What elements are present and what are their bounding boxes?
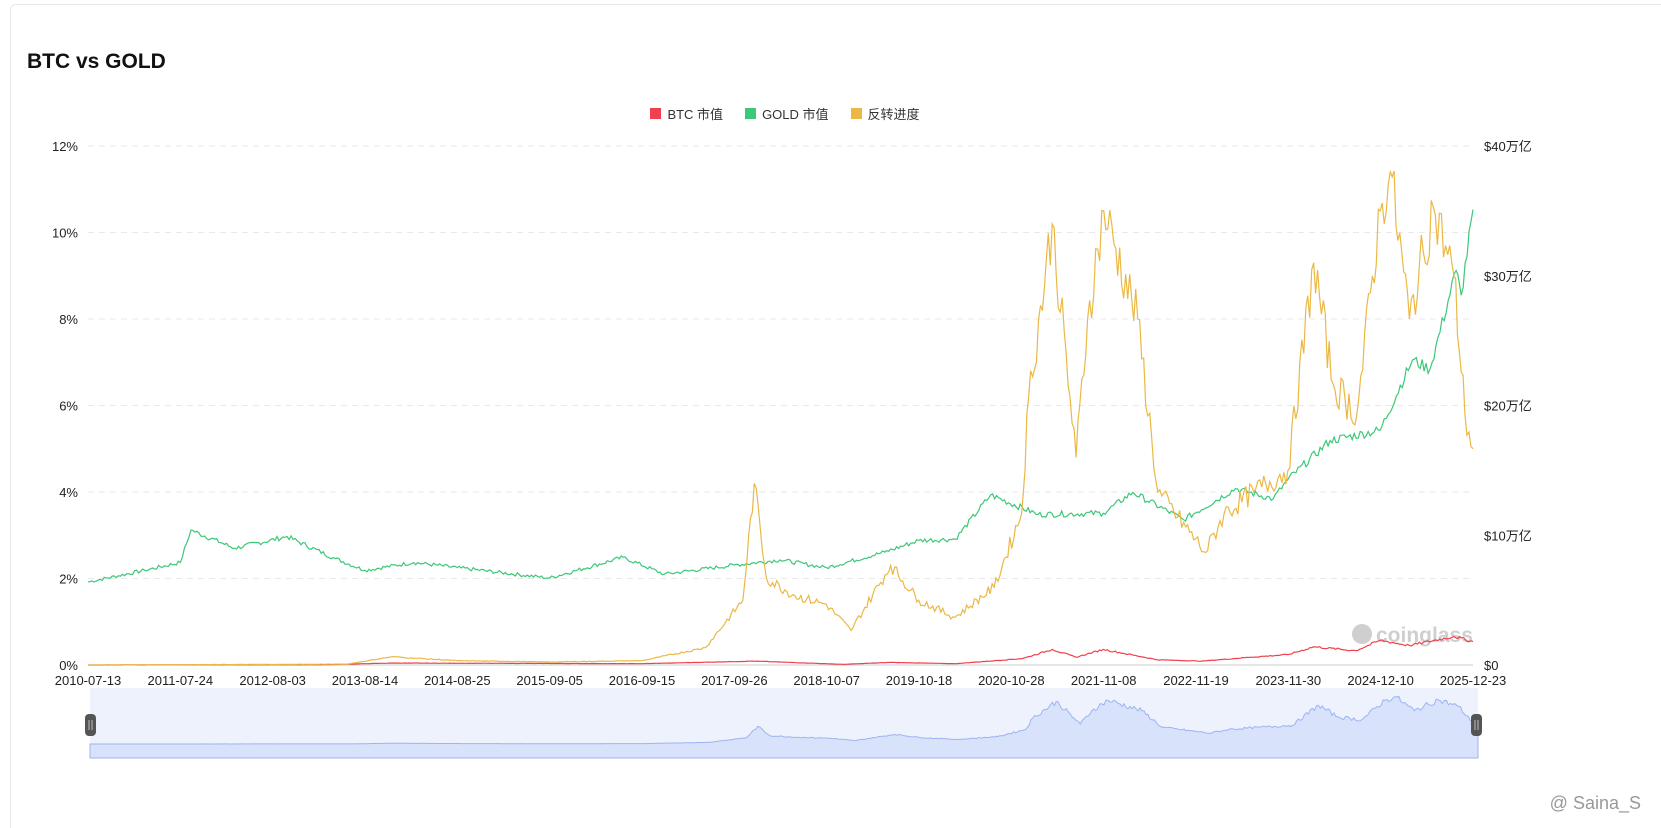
chart-svg: 0% 2% 4% 6% 8% 10% 12% $0 $10万亿 $20万亿 $30万亿 $40万亿 20… [52,139,1532,759]
left-axis-tick-label: 0% [59,658,78,673]
x-axis-tick-label: 2014-08-25 [424,673,491,688]
x-axis-tick-label: 2017-09-26 [701,673,768,688]
series-line-GOLD 市值 [87,209,1474,583]
x-axis-tick-label: 2025-12-23 [1440,673,1507,688]
series-line-反转进度 [88,169,1474,666]
watermark: @ Saina_S [1549,793,1641,813]
left-axis-tick-label: 4% [59,485,78,500]
left-axis-tick-label: 10% [52,226,78,241]
x-axis-tick-label: 2023-11-30 [1256,673,1322,688]
x-axis-tick-label: 2020-10-28 [978,673,1045,688]
chart-page: BTC vs GOLD BTC 市值 GOLD 市值 反转进度 0% 2% 4% 6%… [0,0,1661,828]
x-axis-tick-label: 2010-07-13 [55,673,122,688]
x-axis-tick-label: 2015-09-05 [516,673,583,688]
x-axis-tick-label: 2024-12-10 [1347,673,1414,688]
coinglass-logo-icon [1352,624,1372,644]
left-axis-tick-label: 12% [52,139,78,154]
zoom-handle-left[interactable] [85,714,96,736]
x-axis-tick-label: 2022-11-19 [1163,673,1229,688]
x-axis-tick-label: 2018-10-07 [793,673,860,688]
x-axis-tick-label: 2021-11-08 [1071,673,1137,688]
x-axis-tick-label: 2016-09-15 [609,673,676,688]
right-axis-tick-label: $40万亿 [1484,139,1532,154]
right-axis-tick-label: $20万亿 [1484,399,1532,414]
x-axis-tick-label: 2011-07-24 [148,673,214,688]
right-axis-tick-label: $30万亿 [1484,269,1532,284]
x-axis-tick-label: 2019-10-18 [886,673,953,688]
right-axis-tick-label: $0 [1484,658,1498,673]
x-axis-tick-label: 2013-08-14 [332,673,399,688]
zoom-handle-right[interactable] [1471,714,1482,736]
left-axis-tick-label: 6% [59,399,78,414]
right-axis-tick-label: $10万亿 [1484,528,1532,543]
left-axis-tick-label: 8% [59,312,78,327]
series-line-BTC 市值 [88,635,1474,666]
x-axis-tick-label: 2012-08-03 [239,673,306,688]
left-axis-tick-label: 2% [59,572,78,587]
